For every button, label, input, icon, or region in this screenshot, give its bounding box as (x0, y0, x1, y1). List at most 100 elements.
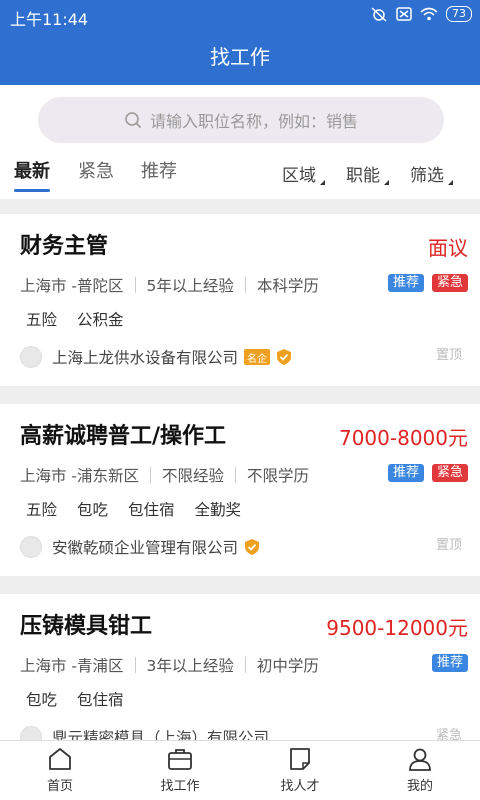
job-meta: 上海市 -浦东新区 不限经验 不限学历 (20, 464, 309, 486)
user-icon (409, 748, 431, 771)
active-tab-indicator (14, 189, 50, 192)
divider (244, 657, 246, 673)
job-card[interactable]: 压铸模具钳工 9500-12000元 上海市 -青浦区 3年以上经验 初中学历 … (0, 594, 480, 740)
nav-find-job[interactable]: 找工作 (120, 747, 240, 794)
job-title: 财务主管 (20, 234, 109, 259)
job-salary: 面议 (428, 236, 468, 260)
dropdown-triangle-icon (384, 180, 389, 185)
shield-check-icon (245, 539, 260, 555)
divider (134, 657, 136, 673)
filter-region[interactable]: 区域 (282, 161, 325, 186)
job-experience: 3年以上经验 (146, 657, 234, 675)
job-perks: 五险 包吃 包住宿 全勤奖 (26, 498, 241, 520)
perk-tag: 五险 (26, 501, 58, 519)
job-location: 上海市 -浦东新区 (20, 467, 140, 485)
perk-tag: 全勤奖 (194, 501, 242, 519)
sim-off-icon (396, 7, 412, 21)
page-title: 找工作 (210, 45, 270, 69)
job-card[interactable]: 财务主管 面议 上海市 -普陀区 5年以上经验 本科学历 推荐 紧急 五险 公积… (0, 214, 480, 386)
dropdown-triangle-icon (448, 180, 453, 185)
company-logo (20, 346, 42, 368)
nav-mine[interactable]: 我的 (360, 747, 480, 794)
divider (235, 467, 237, 483)
job-experience: 不限经验 (162, 467, 225, 485)
company-name: 鼎元精密模具（上海）有限公司 (52, 729, 270, 740)
search-section: 请输入职位名称，例如：销售 (0, 85, 480, 151)
company-row[interactable]: 鼎元精密模具（上海）有限公司 (20, 726, 269, 740)
filter-more[interactable]: 筛选 (410, 161, 453, 186)
filter-function-label: 职能 (346, 166, 380, 186)
badge-recommended: 推荐 (387, 464, 424, 482)
perk-tag: 包住宿 (128, 501, 175, 519)
home-icon (49, 748, 71, 770)
company-name: 安徽乾硕企业管理有限公司 (52, 539, 239, 557)
badge-recommended: 推荐 (387, 274, 424, 292)
verified-company-badge: 名企 (244, 349, 271, 365)
perk-tag: 五险 (26, 311, 58, 329)
bottom-nav: 首页 找工作 找人才 我的 (0, 740, 480, 800)
filter-region-label: 区域 (282, 166, 316, 186)
divider (244, 277, 246, 293)
divider (134, 277, 136, 293)
nav-home[interactable]: 首页 (0, 747, 120, 794)
job-badges: 推荐 紧急 (387, 464, 468, 482)
status-icons: 73 (370, 6, 472, 22)
title-bar: 找工作 (0, 30, 480, 85)
company-logo (20, 536, 42, 558)
company-row[interactable]: 上海上龙供水设备有限公司 名企 (20, 346, 292, 368)
nav-find-job-label: 找工作 (160, 779, 200, 794)
search-input[interactable]: 请输入职位名称，例如：销售 (38, 97, 444, 143)
nav-find-talent[interactable]: 找人才 (240, 747, 360, 794)
briefcase-icon (168, 749, 192, 770)
search-icon (125, 112, 142, 129)
job-education: 初中学历 (256, 657, 319, 675)
nav-find-talent-label: 找人才 (280, 779, 320, 794)
filter-more-label: 筛选 (410, 166, 444, 186)
job-perks: 包吃 包住宿 (26, 688, 124, 710)
shield-check-icon (277, 349, 292, 365)
tabs-bar: 最新 紧急 推荐 区域 职能 筛选 (0, 151, 480, 199)
status-time: 上午11:44 (10, 10, 89, 29)
job-title: 压铸模具钳工 (20, 614, 153, 639)
nav-mine-label: 我的 (406, 779, 433, 794)
perk-tag: 包住宿 (77, 691, 124, 709)
job-salary: 7000-8000元 (338, 426, 468, 450)
search-placeholder: 请输入职位名称，例如：销售 (149, 112, 358, 131)
perk-tag: 公积金 (77, 311, 124, 329)
job-experience: 5年以上经验 (146, 277, 234, 295)
urgent-label: 紧急 (435, 728, 462, 740)
perk-tag: 包吃 (26, 691, 58, 709)
badge-urgent: 紧急 (431, 274, 468, 292)
tab-recommended[interactable]: 推荐 (141, 157, 177, 183)
job-card[interactable]: 高薪诚聘普工/操作工 7000-8000元 上海市 -浦东新区 不限经验 不限学… (0, 404, 480, 576)
perk-tag: 包吃 (77, 501, 109, 519)
job-location: 上海市 -普陀区 (20, 277, 124, 295)
job-perks: 五险 公积金 (26, 308, 124, 330)
nav-home-label: 首页 (46, 779, 73, 794)
job-location: 上海市 -青浦区 (20, 657, 124, 675)
status-bar: 上午11:44 73 (0, 0, 480, 30)
wifi-icon (420, 7, 438, 21)
job-meta: 上海市 -青浦区 3年以上经验 初中学历 (20, 654, 319, 676)
company-logo (20, 726, 42, 740)
verified-company-label: 名企 (247, 353, 268, 365)
job-meta: 上海市 -普陀区 5年以上经验 本科学历 (20, 274, 319, 296)
filter-function[interactable]: 职能 (346, 161, 389, 186)
job-salary: 9500-12000元 (326, 616, 468, 640)
divider (150, 467, 152, 483)
pinned-label: 置顶 (435, 538, 462, 553)
badge-recommended: 推荐 (431, 654, 468, 672)
tab-latest[interactable]: 最新 (14, 157, 50, 183)
badge-urgent: 紧急 (431, 464, 468, 482)
job-education: 不限学历 (247, 467, 310, 485)
resume-icon (290, 748, 310, 770)
mute-alarm-icon (371, 7, 387, 22)
company-row[interactable]: 安徽乾硕企业管理有限公司 (20, 536, 260, 558)
job-education: 本科学历 (256, 277, 319, 295)
tab-urgent[interactable]: 紧急 (78, 157, 114, 183)
dropdown-triangle-icon (320, 180, 325, 185)
battery-indicator: 73 (446, 6, 472, 22)
job-badges: 推荐 紧急 (387, 274, 468, 292)
job-badges: 推荐 (431, 654, 468, 672)
pinned-label: 置顶 (435, 348, 462, 363)
